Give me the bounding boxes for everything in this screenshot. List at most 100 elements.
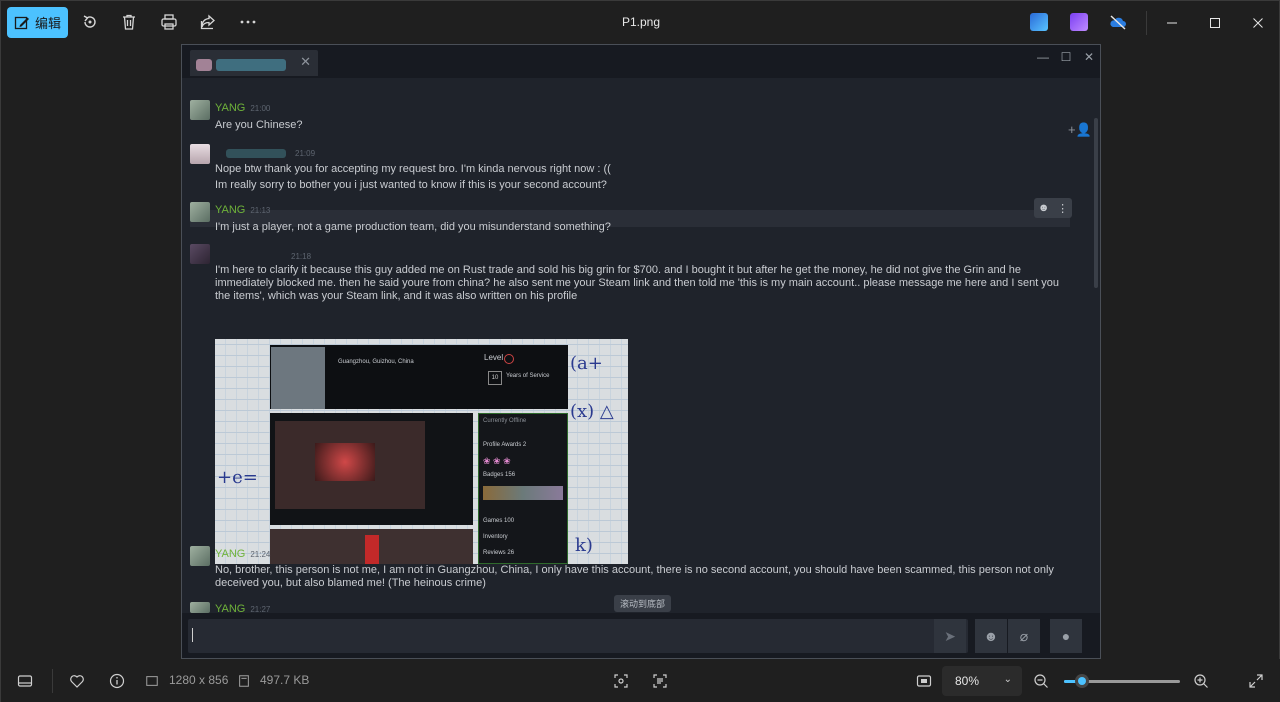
chat-scrollbar[interactable] [1094,118,1098,288]
avatar [190,244,210,264]
chat-tab[interactable]: ✕ [190,50,318,76]
message-text: I'm just a player, not a game production… [215,221,611,233]
message-more-icon[interactable]: ⋮ [1057,202,1068,215]
onedrive-offline-icon[interactable] [1108,12,1128,32]
favorite-icon[interactable] [68,672,86,690]
add-friend-icon[interactable]: +👤 [1068,122,1092,138]
close-icon [1253,18,1263,28]
emoji-reaction-icon[interactable]: ☻ [1038,202,1050,214]
bottom-statusbar: 1280 x 856 497.7 KB 80% ⌄ [1,659,1280,702]
profile-sidebar: Currently Offline Profile Awards 2 ❀ ❀ ❀… [478,413,568,564]
awards-row: Profile Awards 2 [483,442,527,448]
sender: YANG 21:00 [215,102,271,114]
sender: YANG 21:24 [215,548,271,560]
zoom-slider-thumb[interactable] [1075,674,1089,688]
avatar [190,144,210,164]
tab-close-icon[interactable]: ✕ [300,54,311,70]
message-text: Nope btw thank you for accepting my requ… [215,163,611,175]
chat-history: +👤 YANG 21:00 Are you Chinese? 21:09 Nope… [182,78,1100,613]
sender: 21:18 [291,252,312,261]
microphone-icon: ● [1061,628,1071,644]
sender: 21:09 [295,149,316,158]
send-icon: ➤ [944,627,956,644]
edit-icon [14,16,29,29]
chat-composer: ➤ ☻ ⌀ ● [182,613,1100,658]
chevron-down-icon: ⌄ [1003,674,1012,685]
badges-row: Badges 156 [483,472,516,478]
years-label: Years of Service [506,373,550,379]
statusbar-divider [52,669,53,693]
profile-location: Guangzhou, Guizhou, China [338,359,414,365]
avatar [190,202,210,222]
close-button[interactable] [1248,13,1268,33]
embedded-screenshot[interactable]: (a+ (x) △ +e= k) Guangzhou, Guizhou, Chi… [215,339,628,564]
maximize-button[interactable] [1205,13,1225,33]
zoom-out-icon[interactable] [1032,672,1050,690]
emoticon-icon: ☻ [983,628,999,644]
zoom-in-icon[interactable] [1192,672,1210,690]
avatar [190,100,210,120]
badge-icons [483,486,563,500]
minimize-icon [1167,22,1177,24]
attach-button[interactable]: ⌀ [1008,619,1040,653]
window-title: P1.png [621,15,661,29]
print-icon[interactable] [159,12,179,32]
filmstrip-icon[interactable] [16,672,34,690]
delete-icon[interactable] [119,12,139,32]
paint-app-icon[interactable] [1030,13,1048,31]
chat-close-icon[interactable]: ✕ [1082,50,1096,64]
message-text: I'm here to clarify it because this guy … [215,264,1060,302]
inventory-row: Inventory [483,534,508,540]
info-icon[interactable] [108,672,126,690]
message-text: Im really sorry to bother you i just wan… [215,179,607,191]
chat-minimize-icon[interactable]: — [1036,50,1050,64]
rotate-icon[interactable] [80,12,100,32]
fit-to-window-icon[interactable] [915,672,933,690]
message-actions: ☻ ⋮ [1034,198,1072,218]
maximize-icon [1210,18,1220,28]
emoticon-button[interactable]: ☻ [975,619,1007,653]
send-button[interactable]: ➤ [934,619,966,653]
photos-viewer-window: 编辑 P1.png ✕ — ☐ ✕ +👤 YANG 21:00 Are you … [0,0,1280,702]
blurred-avatar [196,59,212,71]
profile-status: Currently Offline [483,418,527,424]
showcase-figure [365,535,379,564]
blurred-name [226,149,286,158]
blurred-avatar [271,347,325,409]
share-icon[interactable] [198,12,218,32]
featured-item [315,443,375,481]
toolbar-divider [1146,11,1147,35]
voice-button[interactable]: ● [1050,619,1082,653]
games-row: Games 100 [483,518,515,524]
sender: YANG 21:27 [215,603,271,613]
clipchamp-app-icon[interactable] [1070,13,1088,31]
handwriting: +e= [217,467,258,488]
years-badge: 10 [488,371,502,385]
chat-input[interactable] [188,619,968,653]
paperclip-icon: ⌀ [1019,627,1029,644]
scroll-to-bottom-button[interactable]: 滚动到底部 [614,595,671,612]
avatar [190,602,210,613]
message-text: No, brother, this person is not me, I am… [215,564,1054,589]
sender: YANG 21:13 [215,204,271,216]
fullscreen-icon[interactable] [1247,672,1265,690]
image-canvas[interactable]: ✕ — ☐ ✕ +👤 YANG 21:00 Are you Chinese? 21… [181,44,1101,659]
award-icons: ❀ ❀ ❀ [483,456,511,466]
minimize-button[interactable] [1162,13,1182,33]
more-icon[interactable] [238,12,258,32]
dimensions-icon [145,672,159,690]
text-scan-icon[interactable] [651,672,669,690]
handwriting: (x) △ [570,401,614,422]
visual-search-icon[interactable] [612,672,630,690]
chat-titlebar: ✕ — ☐ ✕ [182,45,1100,78]
filesize-icon [237,672,251,690]
profile-level: Level [484,353,504,362]
text-caret [192,628,193,642]
edit-button[interactable]: 编辑 [7,7,68,38]
file-size: 497.7 KB [260,673,310,687]
chat-maximize-icon[interactable]: ☐ [1059,50,1073,64]
zoom-value: 80% [955,674,980,688]
zoom-dropdown[interactable]: 80% ⌄ [942,666,1022,696]
edit-label: 编辑 [34,16,61,31]
showcase-inventory [275,421,425,509]
